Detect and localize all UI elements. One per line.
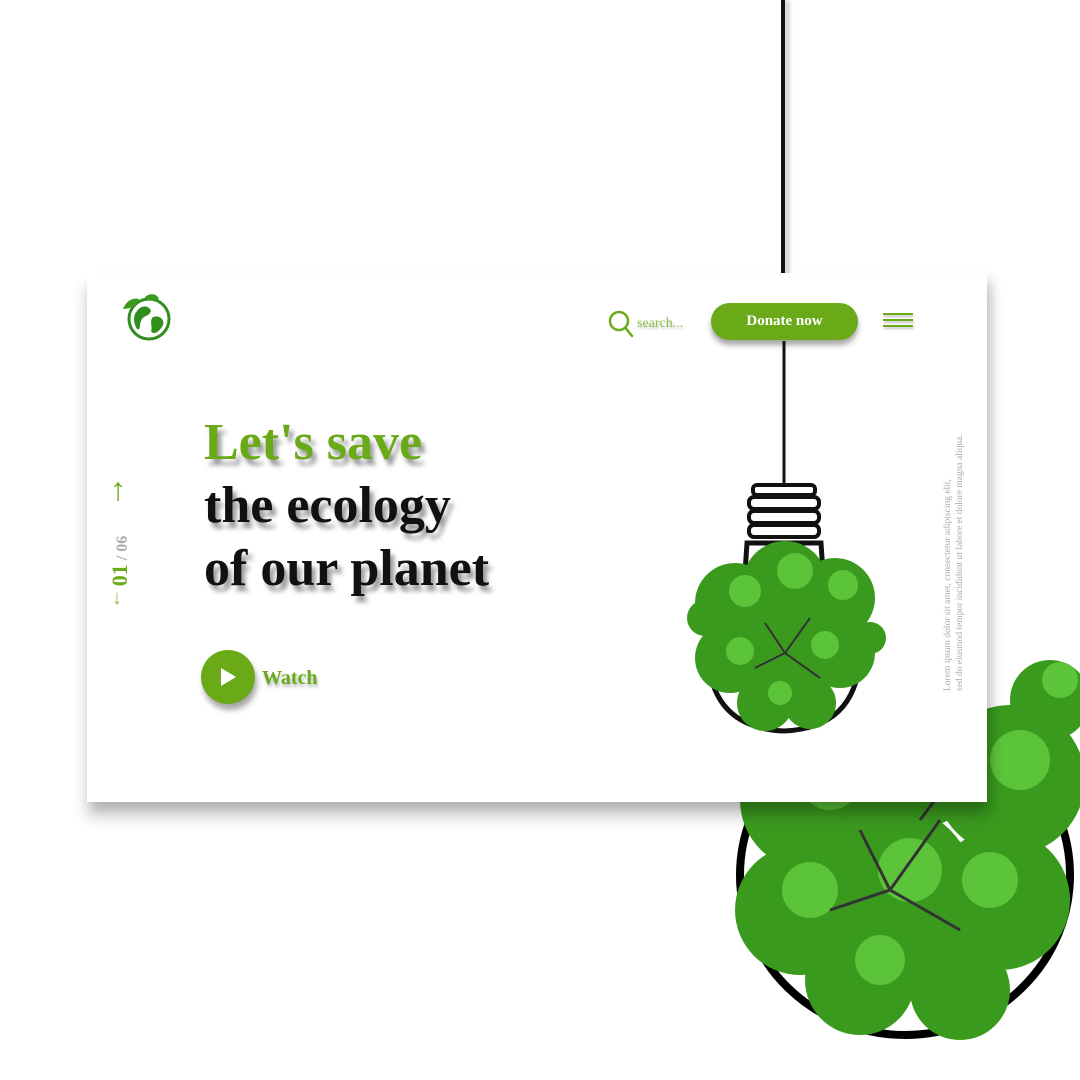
headline-line-2: the ecology <box>204 477 451 534</box>
headline-line-3: of our planet <box>204 540 490 597</box>
search-placeholder[interactable]: search... <box>637 316 683 332</box>
hero-headline: Let's save the ecology of our planet <box>204 411 489 600</box>
watch-link[interactable]: Watch <box>262 667 318 690</box>
search-box[interactable]: search... <box>607 309 683 339</box>
search-icon <box>608 310 634 338</box>
arrow-up-icon[interactable]: ↑ <box>110 473 126 505</box>
tree-lightbulb-image <box>687 341 886 734</box>
slide-total: 06 <box>114 535 131 552</box>
earth-leaf-icon[interactable] <box>119 291 173 341</box>
side-text-line-1: Lorem ipsum dolor sit amet, consectetur … <box>943 479 953 691</box>
arrow-down-icon[interactable]: ↓ <box>112 587 122 610</box>
play-button[interactable] <box>201 650 255 704</box>
hanging-cord <box>781 0 785 275</box>
slide-separator: / <box>114 555 131 561</box>
headline-line-1: Let's save <box>204 414 423 471</box>
side-description: Lorem ipsum dolor sit amet, consectetur … <box>942 421 965 691</box>
slide-counter: 01 / 06 <box>107 526 133 596</box>
side-text-line-2: sed do eiusmod tempor incididunt ut labo… <box>955 434 965 691</box>
play-icon <box>221 668 236 686</box>
hero-card: search... Donate now ↑ 01 / 06 ↓ Let's s… <box>87 273 987 802</box>
slide-current: 01 <box>107 564 132 587</box>
